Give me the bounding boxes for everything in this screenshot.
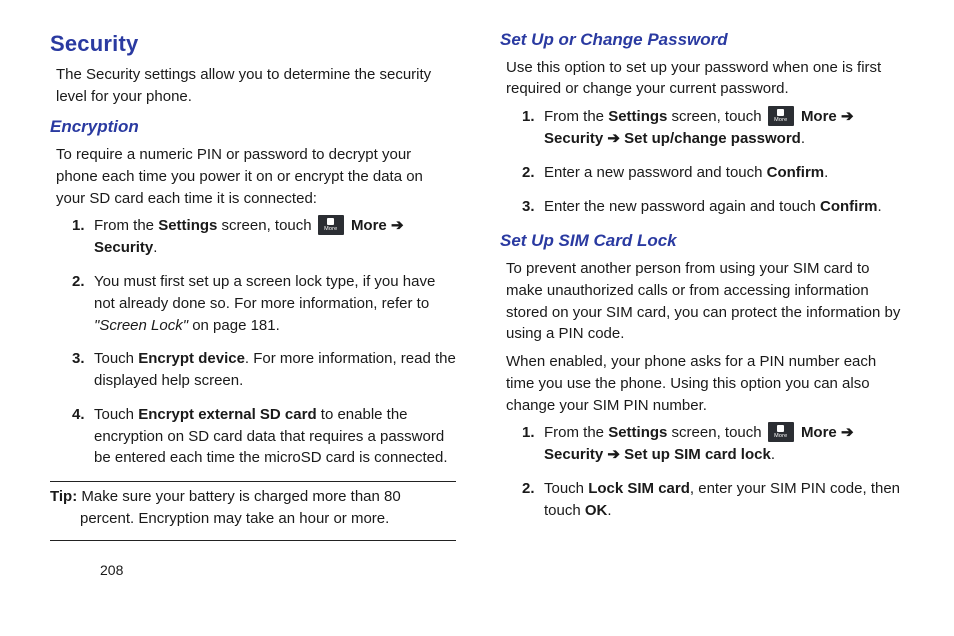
step-number: 2. <box>522 162 544 184</box>
step-number: 1. <box>72 215 94 259</box>
tip-rule-top <box>50 481 456 482</box>
encryption-steps: 1. From the Settings screen, touch More … <box>72 215 456 469</box>
step-text: Touch Lock SIM card, enter your SIM PIN … <box>544 478 906 522</box>
step-number: 3. <box>72 348 94 392</box>
step-number: 2. <box>522 478 544 522</box>
more-icon <box>318 215 344 235</box>
step-text: Enter a new password and touch Confirm. <box>544 162 906 184</box>
sim-intro-2: When enabled, your phone asks for a PIN … <box>506 351 906 416</box>
step-text: From the Settings screen, touch More ➔ S… <box>544 422 906 466</box>
list-item: 1. From the Settings screen, touch More … <box>72 215 456 259</box>
two-column-layout: Security The Security settings allow you… <box>50 28 906 545</box>
encryption-intro: To require a numeric PIN or password to … <box>56 144 456 209</box>
left-column: Security The Security settings allow you… <box>50 28 456 545</box>
list-item: 3. Touch Encrypt device. For more inform… <box>72 348 456 392</box>
list-item: 4. Touch Encrypt external SD card to ena… <box>72 404 456 469</box>
page-number: 208 <box>100 560 123 580</box>
password-steps: 1. From the Settings screen, touch More … <box>522 106 906 217</box>
list-item: 2. Touch Lock SIM card, enter your SIM P… <box>522 478 906 522</box>
step-text: Enter the new password again and touch C… <box>544 196 906 218</box>
password-intro: Use this option to set up your password … <box>506 57 906 101</box>
step-number: 1. <box>522 422 544 466</box>
right-column: Set Up or Change Password Use this optio… <box>500 28 906 545</box>
step-text: Touch Encrypt external SD card to enable… <box>94 404 456 469</box>
tip-block: Tip: Make sure your battery is charged m… <box>50 486 456 530</box>
step-text: From the Settings screen, touch More ➔ S… <box>94 215 456 259</box>
subheading-sim: Set Up SIM Card Lock <box>500 229 906 254</box>
step-text: From the Settings screen, touch More ➔ S… <box>544 106 906 150</box>
tip-rule-bottom <box>50 540 456 541</box>
list-item: 2. You must first set up a screen lock t… <box>72 271 456 336</box>
section-heading-security: Security <box>50 28 456 60</box>
tip-label: Tip: <box>50 488 77 505</box>
step-number: 1. <box>522 106 544 150</box>
more-icon <box>768 422 794 442</box>
list-item: 1. From the Settings screen, touch More … <box>522 106 906 150</box>
step-number: 3. <box>522 196 544 218</box>
subheading-password: Set Up or Change Password <box>500 28 906 53</box>
list-item: 3. Enter the new password again and touc… <box>522 196 906 218</box>
list-item: 2. Enter a new password and touch Confir… <box>522 162 906 184</box>
more-icon <box>768 106 794 126</box>
sim-steps: 1. From the Settings screen, touch More … <box>522 422 906 521</box>
subheading-encryption: Encryption <box>50 115 456 140</box>
tip-text: Make sure your battery is charged more t… <box>77 488 401 527</box>
security-intro: The Security settings allow you to deter… <box>56 64 456 108</box>
manual-page: Security The Security settings allow you… <box>50 28 906 608</box>
list-item: 1. From the Settings screen, touch More … <box>522 422 906 466</box>
step-text: Touch Encrypt device. For more informati… <box>94 348 456 392</box>
step-number: 2. <box>72 271 94 336</box>
step-text: You must first set up a screen lock type… <box>94 271 456 336</box>
sim-intro-1: To prevent another person from using you… <box>506 258 906 345</box>
step-number: 4. <box>72 404 94 469</box>
